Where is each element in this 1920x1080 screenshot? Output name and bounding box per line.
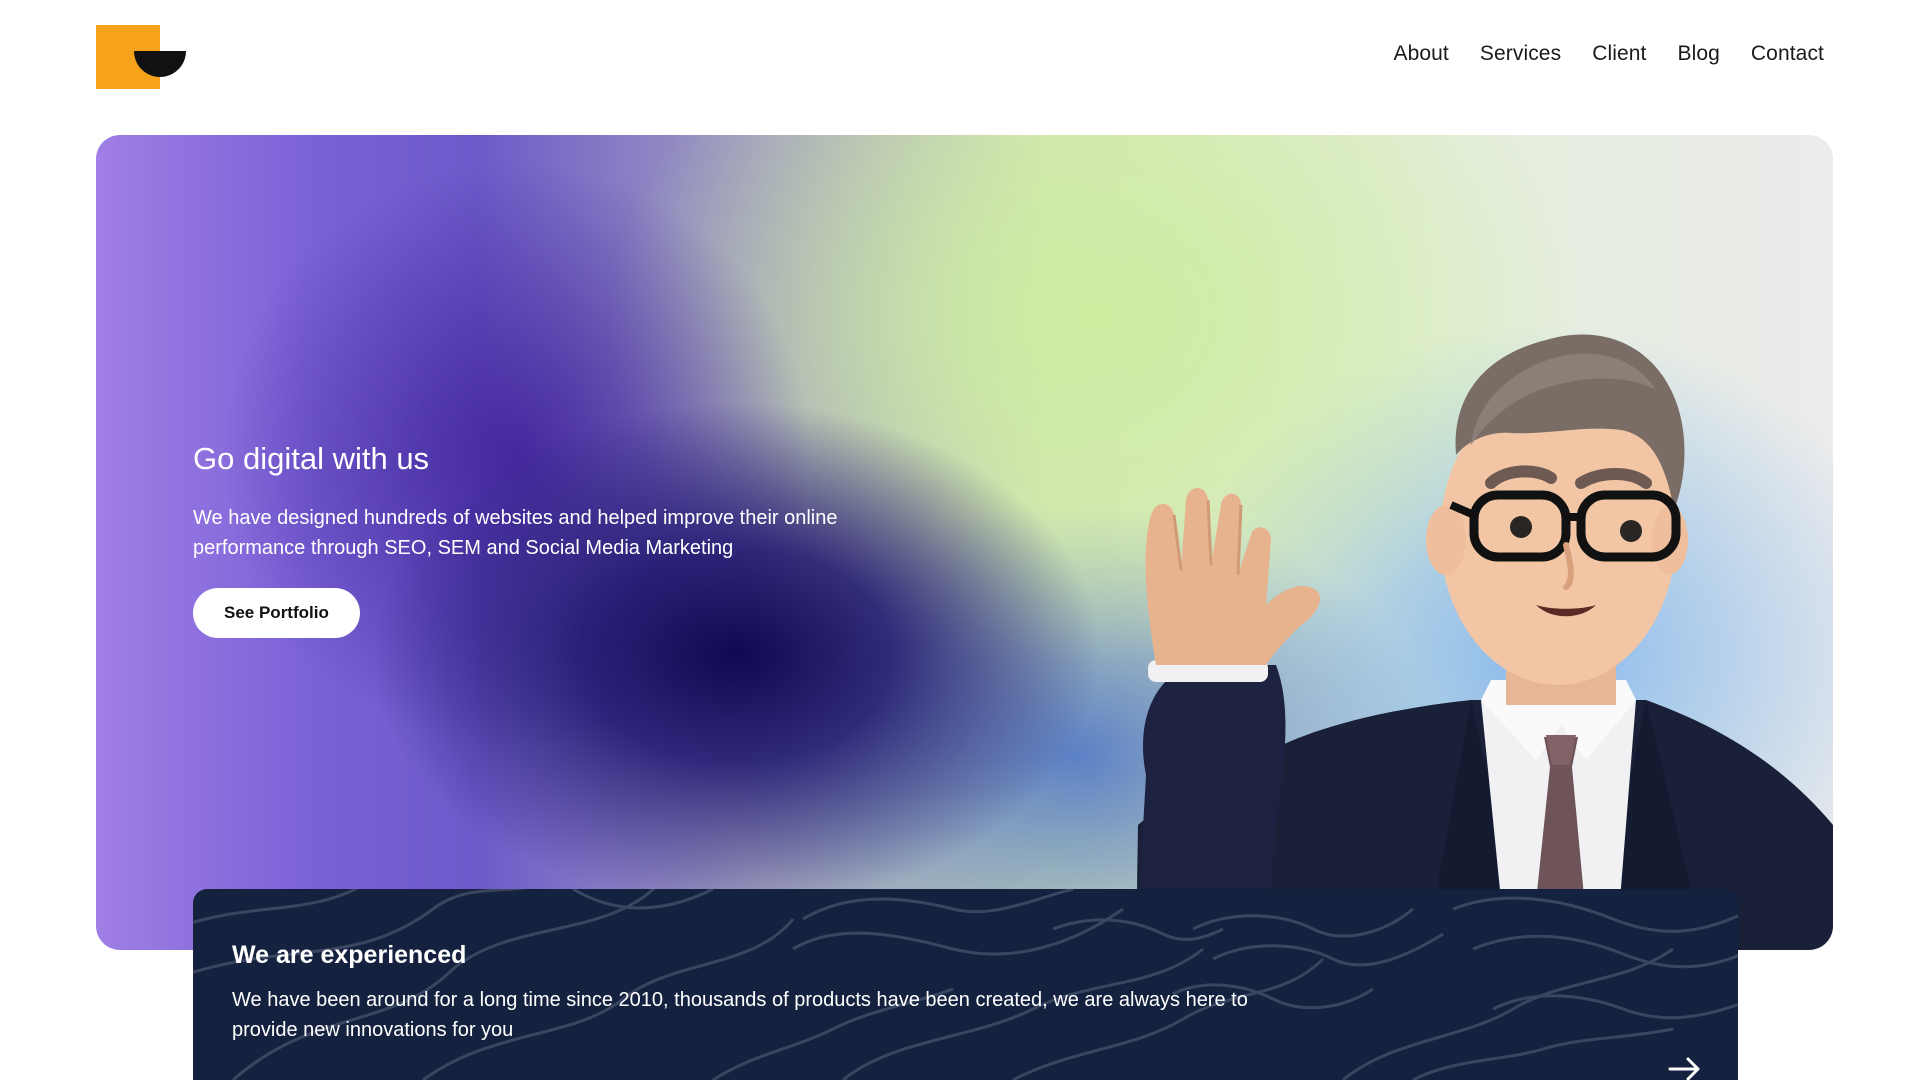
experience-card: We are experienced We have been around f… [193,889,1738,1080]
waving-businessman-illustration [1136,334,1833,950]
arrow-right-icon[interactable] [1668,1057,1702,1080]
hero-title: Go digital with us [193,441,430,476]
brand-logo[interactable] [96,25,186,89]
nav-blog[interactable]: Blog [1677,42,1719,66]
nav-about[interactable]: About [1393,42,1448,66]
site-header: About Services Client Blog Contact [0,0,1920,120]
hero-section: Go digital with us We have designed hund… [96,135,1833,950]
hero-content: Go digital with us We have designed hund… [193,440,893,639]
experience-description: We have been around for a long time sinc… [232,989,1248,1041]
see-portfolio-button[interactable]: See Portfolio [193,588,360,639]
experience-title: We are experienced [232,941,467,969]
nav-services[interactable]: Services [1480,42,1561,66]
hero-description: We have designed hundreds of websites an… [193,507,838,560]
nav-client[interactable]: Client [1592,42,1646,66]
main-nav: About Services Client Blog Contact [1393,42,1824,66]
nav-contact[interactable]: Contact [1751,42,1824,66]
